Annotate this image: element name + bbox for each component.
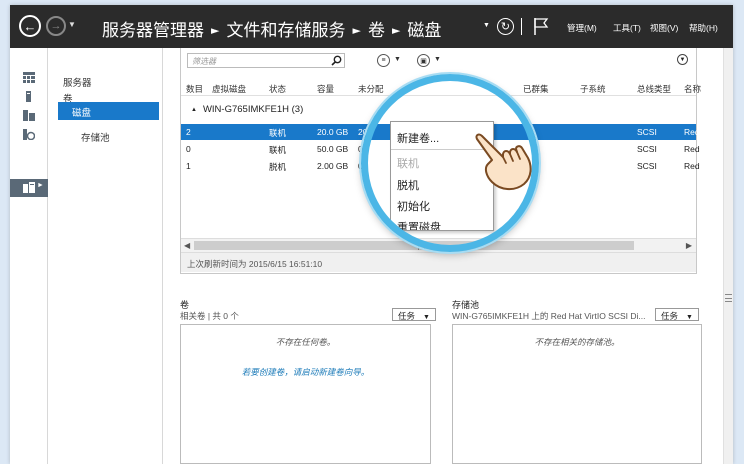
list-options-dropdown-icon[interactable]: ▼ bbox=[394, 56, 401, 63]
column-header[interactable]: 状态 bbox=[269, 83, 286, 95]
chevron-down-icon: ▼ bbox=[423, 314, 430, 321]
refresh-icon: ↻ bbox=[500, 21, 511, 33]
disk-number: 2 bbox=[186, 127, 191, 137]
dashboard-icon[interactable] bbox=[23, 72, 35, 83]
server-group-header[interactable]: ▲ WIN-G765IMKFE1H (3) bbox=[191, 104, 303, 115]
subnav-item-label: 磁盘 bbox=[72, 108, 92, 119]
all-servers-icon[interactable] bbox=[23, 110, 35, 121]
refresh-dropdown-icon[interactable]: ▼ bbox=[483, 22, 490, 29]
panel-subtitle: WIN-G765IMKFE1H 上的 Red Hat VirtIO SCSI D… bbox=[452, 311, 646, 321]
last-refresh-text: 上次刷新时间为 2015/6/15 16:51:10 bbox=[187, 259, 323, 269]
expand-arrow-icon[interactable]: ► bbox=[37, 182, 44, 189]
left-icon-strip: ► bbox=[10, 48, 48, 464]
vertical-scrollbar[interactable] bbox=[723, 48, 733, 464]
disk-number: 0 bbox=[186, 144, 191, 154]
status-bar: 上次刷新时间为 2015/6/15 16:51:10 bbox=[181, 252, 696, 272]
search-icon[interactable] bbox=[331, 55, 342, 66]
history-dropdown-icon[interactable]: ▼ bbox=[68, 20, 76, 29]
chevron-right-icon: ► bbox=[391, 24, 401, 37]
arrow-right-icon: → bbox=[50, 19, 62, 32]
storage-pools-list: 不存在相关的存储池。 bbox=[452, 324, 702, 464]
disk-name: Red bbox=[684, 144, 700, 154]
column-header[interactable]: 总线类型 bbox=[637, 83, 671, 95]
tasks-dropdown[interactable]: 任务 ▼ bbox=[392, 308, 436, 321]
disk-name: Red bbox=[684, 127, 700, 137]
notifications-flag-icon[interactable] bbox=[532, 16, 550, 36]
tasks-label: 任务 bbox=[661, 311, 679, 321]
menu-view[interactable]: 视图(V) bbox=[650, 22, 678, 34]
panel-subtitle: 相关卷 | 共 0 个 bbox=[180, 311, 239, 321]
chevron-down-icon: ▼ bbox=[686, 314, 693, 321]
divider bbox=[521, 18, 522, 35]
file-storage-services-icon[interactable] bbox=[23, 129, 35, 140]
scroll-right-icon[interactable]: ▶ bbox=[686, 241, 692, 250]
disk-bus-type: SCSI bbox=[637, 161, 657, 171]
subnav-item-storage-pools[interactable]: 存储池 bbox=[81, 130, 110, 144]
chevron-right-icon: ► bbox=[211, 24, 220, 37]
empty-message: 不存在相关的存储池。 bbox=[534, 337, 620, 347]
breadcrumb-item[interactable]: 卷 bbox=[368, 21, 385, 41]
title-bar: ← → ▼ 服务器管理器 ► 文件和存储服务 ► 卷 ► 磁盘 ▼ ↻ 管理(M) 工具(T… bbox=[10, 5, 733, 48]
subnav-item-disks[interactable]: 磁盘 bbox=[58, 102, 159, 120]
breadcrumb: 服务器管理器 ► 文件和存储服务 ► 卷 ► 磁盘 bbox=[102, 16, 441, 41]
local-server-icon[interactable] bbox=[23, 91, 35, 102]
filter-input[interactable]: 筛选器 bbox=[187, 53, 345, 68]
storage-icon[interactable] bbox=[23, 182, 35, 193]
disk-capacity: 2.00 GB bbox=[317, 161, 349, 171]
new-volume-wizard-link[interactable]: 若要创建卷，请启动新建卷向导。 bbox=[181, 366, 430, 378]
column-header[interactable]: 容量 bbox=[317, 83, 334, 95]
menu-manage[interactable]: 管理(M) bbox=[567, 22, 597, 34]
column-header[interactable]: 未分配 bbox=[358, 83, 384, 95]
arrow-left-icon: ← bbox=[23, 18, 37, 34]
empty-message: 不存在任何卷。 bbox=[275, 337, 336, 347]
disk-bus-type: SCSI bbox=[637, 144, 657, 154]
collapse-triangle-icon: ▲ bbox=[191, 107, 197, 113]
column-header[interactable]: 已群集 bbox=[523, 83, 549, 95]
disk-status: 联机 bbox=[269, 128, 287, 138]
breadcrumb-item[interactable]: 服务器管理器 bbox=[102, 21, 204, 41]
menu-help[interactable]: 帮助(H) bbox=[689, 22, 718, 34]
collapse-panel-button[interactable]: ▼ bbox=[677, 54, 688, 65]
breadcrumb-item[interactable]: 文件和存储服务 bbox=[226, 21, 345, 41]
menu-tools[interactable]: 工具(T) bbox=[613, 22, 641, 34]
chevron-right-icon: ► bbox=[352, 24, 361, 37]
pointing-hand-icon bbox=[475, 133, 532, 190]
disk-status: 联机 bbox=[269, 145, 287, 155]
disk-status: 脱机 bbox=[269, 162, 287, 172]
scroll-left-icon[interactable]: ◀ bbox=[184, 241, 190, 250]
disk-number: 1 bbox=[186, 161, 191, 171]
tasks-dropdown[interactable]: 任务 ▼ bbox=[655, 308, 699, 321]
column-header[interactable]: 名称 bbox=[684, 83, 701, 95]
group-label: WIN-G765IMKFE1H (3) bbox=[202, 104, 304, 115]
disk-capacity: 20.0 GB bbox=[317, 127, 349, 137]
storage-subnav: 服务器 卷 磁盘 存储池 bbox=[48, 48, 163, 464]
save-query-button[interactable]: ▣ bbox=[417, 54, 430, 67]
breadcrumb-item[interactable]: 磁盘 bbox=[407, 21, 441, 41]
column-header[interactable]: 虚拟磁盘 bbox=[212, 83, 246, 95]
volumes-list: 不存在任何卷。 若要创建卷，请启动新建卷向导。 bbox=[180, 324, 431, 464]
grip-icon bbox=[725, 294, 732, 302]
forward-button[interactable]: → bbox=[46, 16, 66, 36]
back-button[interactable]: ← bbox=[19, 15, 41, 37]
list-options-button[interactable]: ≡ bbox=[377, 54, 390, 67]
column-header[interactable]: 数目 bbox=[186, 83, 203, 95]
tasks-label: 任务 bbox=[398, 311, 416, 321]
storage-pools-panel: 存储池 WIN-G765IMKFE1H 上的 Red Hat VirtIO SC… bbox=[452, 298, 712, 464]
disk-name: Red bbox=[684, 161, 700, 171]
refresh-button[interactable]: ↻ bbox=[497, 18, 514, 35]
save-query-dropdown-icon[interactable]: ▼ bbox=[434, 56, 441, 63]
disk-capacity: 50.0 GB bbox=[317, 144, 349, 154]
server-manager-window: ← → ▼ 服务器管理器 ► 文件和存储服务 ► 卷 ► 磁盘 ▼ ↻ 管理(M) 工具(T… bbox=[10, 5, 733, 464]
subnav-item-servers[interactable]: 服务器 bbox=[63, 75, 92, 89]
column-header[interactable]: 子系统 bbox=[580, 83, 606, 95]
volumes-panel: 卷 相关卷 | 共 0 个 任务 ▼ 不存在任何卷。 若要创建卷，请启动新建卷向导… bbox=[180, 298, 438, 464]
filter-placeholder: 筛选器 bbox=[192, 57, 216, 66]
disk-bus-type: SCSI bbox=[637, 127, 657, 137]
